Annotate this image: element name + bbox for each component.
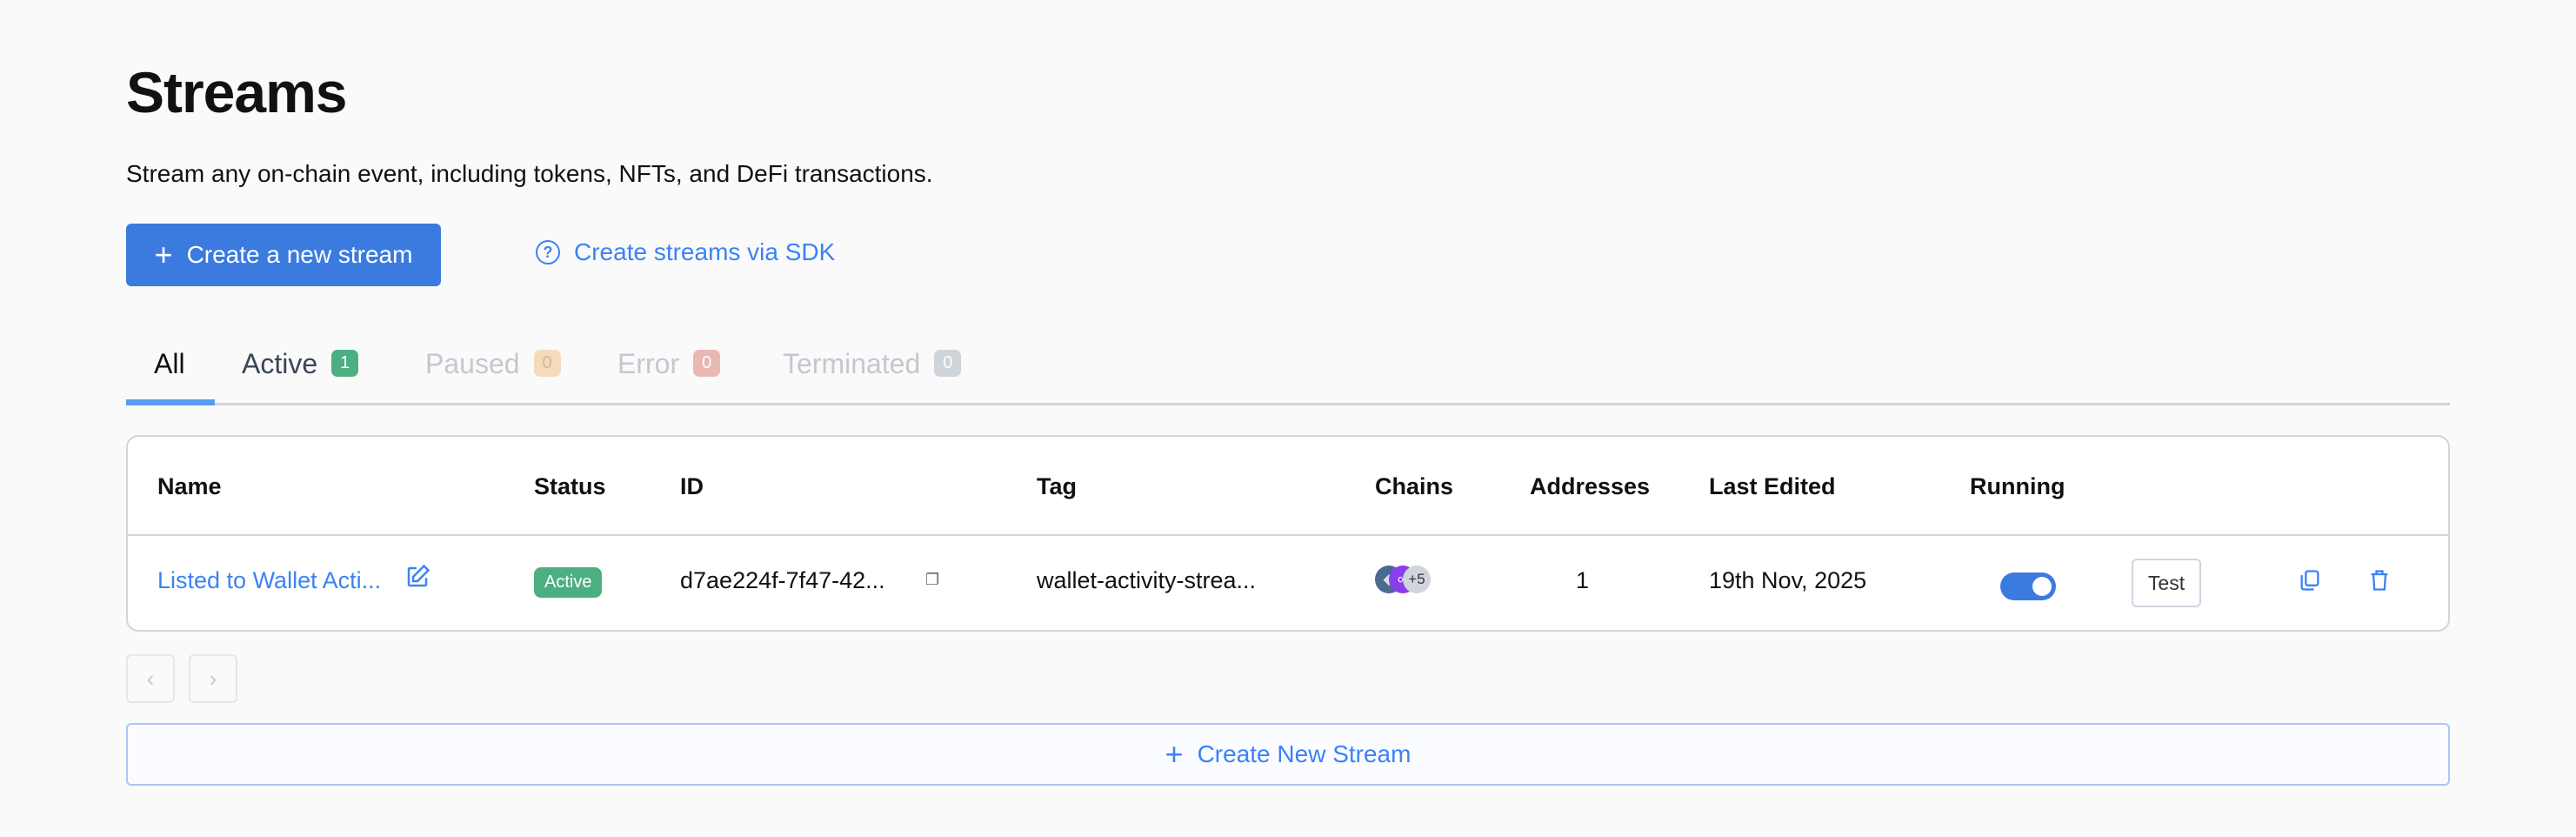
tab-count-badge: 0 (934, 350, 962, 377)
col-chains: Chains (1375, 473, 1454, 499)
prev-page-button[interactable]: ‹ (126, 654, 175, 703)
plus-icon: + (1165, 736, 1184, 772)
tab-count-badge: 1 (331, 350, 359, 377)
active-tab-indicator (126, 399, 215, 405)
streams-table: Name Status ID Tag Chains Addresses Last… (126, 435, 2450, 632)
stream-name-link[interactable]: Listed to Wallet Acti... (157, 567, 381, 594)
plus-icon: + (154, 237, 173, 272)
test-button[interactable]: Test (2132, 559, 2201, 607)
next-page-button[interactable]: › (189, 654, 237, 703)
table-header: Name Status ID Tag Chains Addresses Last… (128, 437, 2448, 536)
tab-count-badge: 0 (533, 350, 561, 377)
col-tag: Tag (1037, 473, 1077, 499)
duplicate-icon[interactable] (2298, 567, 2322, 599)
col-name: Name (157, 473, 222, 499)
stream-tag: wallet-activity-strea... (1037, 567, 1257, 593)
create-new-stream-button[interactable]: + Create New Stream (126, 723, 2450, 786)
addresses-count: 1 (1576, 567, 1590, 593)
running-toggle[interactable] (2000, 573, 2056, 600)
stream-id: d7ae224f-7f47-42... (680, 567, 885, 593)
tab-count-badge: 0 (693, 350, 721, 377)
col-status: Status (534, 473, 606, 499)
tab-active[interactable]: Active 1 (242, 345, 359, 403)
edit-icon[interactable] (404, 564, 430, 596)
last-edited: 19th Nov, 2025 (1709, 567, 1867, 593)
sdk-link[interactable]: ? Create streams via SDK (536, 238, 835, 266)
trash-icon[interactable] (2367, 567, 2392, 599)
col-running: Running (1970, 473, 2065, 499)
status-badge: Active (534, 567, 603, 598)
tab-paused[interactable]: Paused 0 (425, 345, 561, 403)
col-addresses: Addresses (1530, 473, 1651, 499)
help-icon: ? (536, 240, 560, 264)
create-stream-button[interactable]: + Create a new stream (126, 224, 441, 286)
copy-id-icon[interactable]: ❐ (925, 571, 939, 589)
page-subtitle: Stream any on-chain event, including tok… (126, 160, 933, 187)
chains-group: ◆ ∞ +5 (1375, 566, 1453, 595)
tab-terminated[interactable]: Terminated 0 (783, 345, 962, 403)
page-title: Streams (126, 60, 347, 124)
status-tabs: All Active 1 Paused 0 Error 0 Terminated 0 (126, 345, 2450, 405)
more-chains: +5 (1403, 566, 1431, 593)
tab-all[interactable]: All (154, 345, 185, 403)
tab-error[interactable]: Error 0 (617, 345, 721, 403)
col-last-edited: Last Edited (1709, 473, 1836, 499)
col-id: ID (680, 473, 704, 499)
